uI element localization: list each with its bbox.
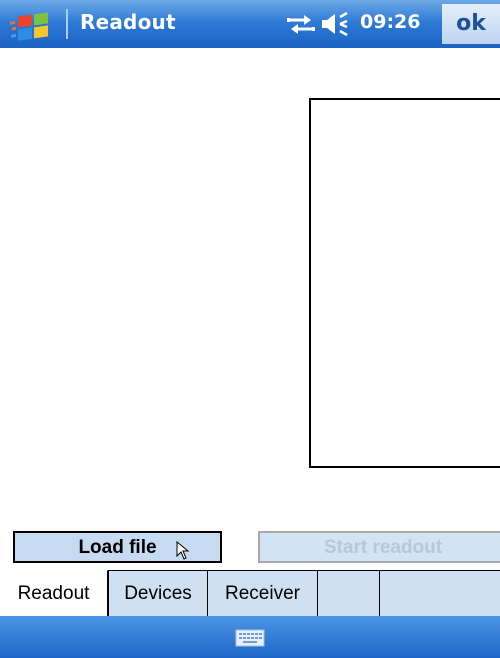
tab-empty [380,571,500,617]
speaker-icon[interactable] [320,11,354,37]
mouse-cursor-icon [176,540,192,561]
title-separator [66,9,68,39]
tab-devices[interactable]: Devices [108,571,208,617]
window-title: Readout [80,10,176,34]
tab-receiver[interactable]: Receiver [208,571,318,617]
windows-start-icon[interactable] [8,6,60,42]
menu-bar [0,616,500,658]
tab-readout[interactable]: Readout [0,570,108,617]
tab-strip: Readout Devices Receiver [0,570,500,617]
keyboard-icon[interactable] [235,628,265,648]
clock[interactable]: 09:26 [360,11,420,33]
readout-preview-box [309,98,500,468]
connectivity-icon[interactable] [286,12,316,36]
tab-empty[interactable] [318,571,380,617]
start-readout-button[interactable]: Start readout [258,531,500,563]
ok-button[interactable]: ok [442,4,500,44]
title-bar: Readout 09:26 ok [0,0,500,48]
